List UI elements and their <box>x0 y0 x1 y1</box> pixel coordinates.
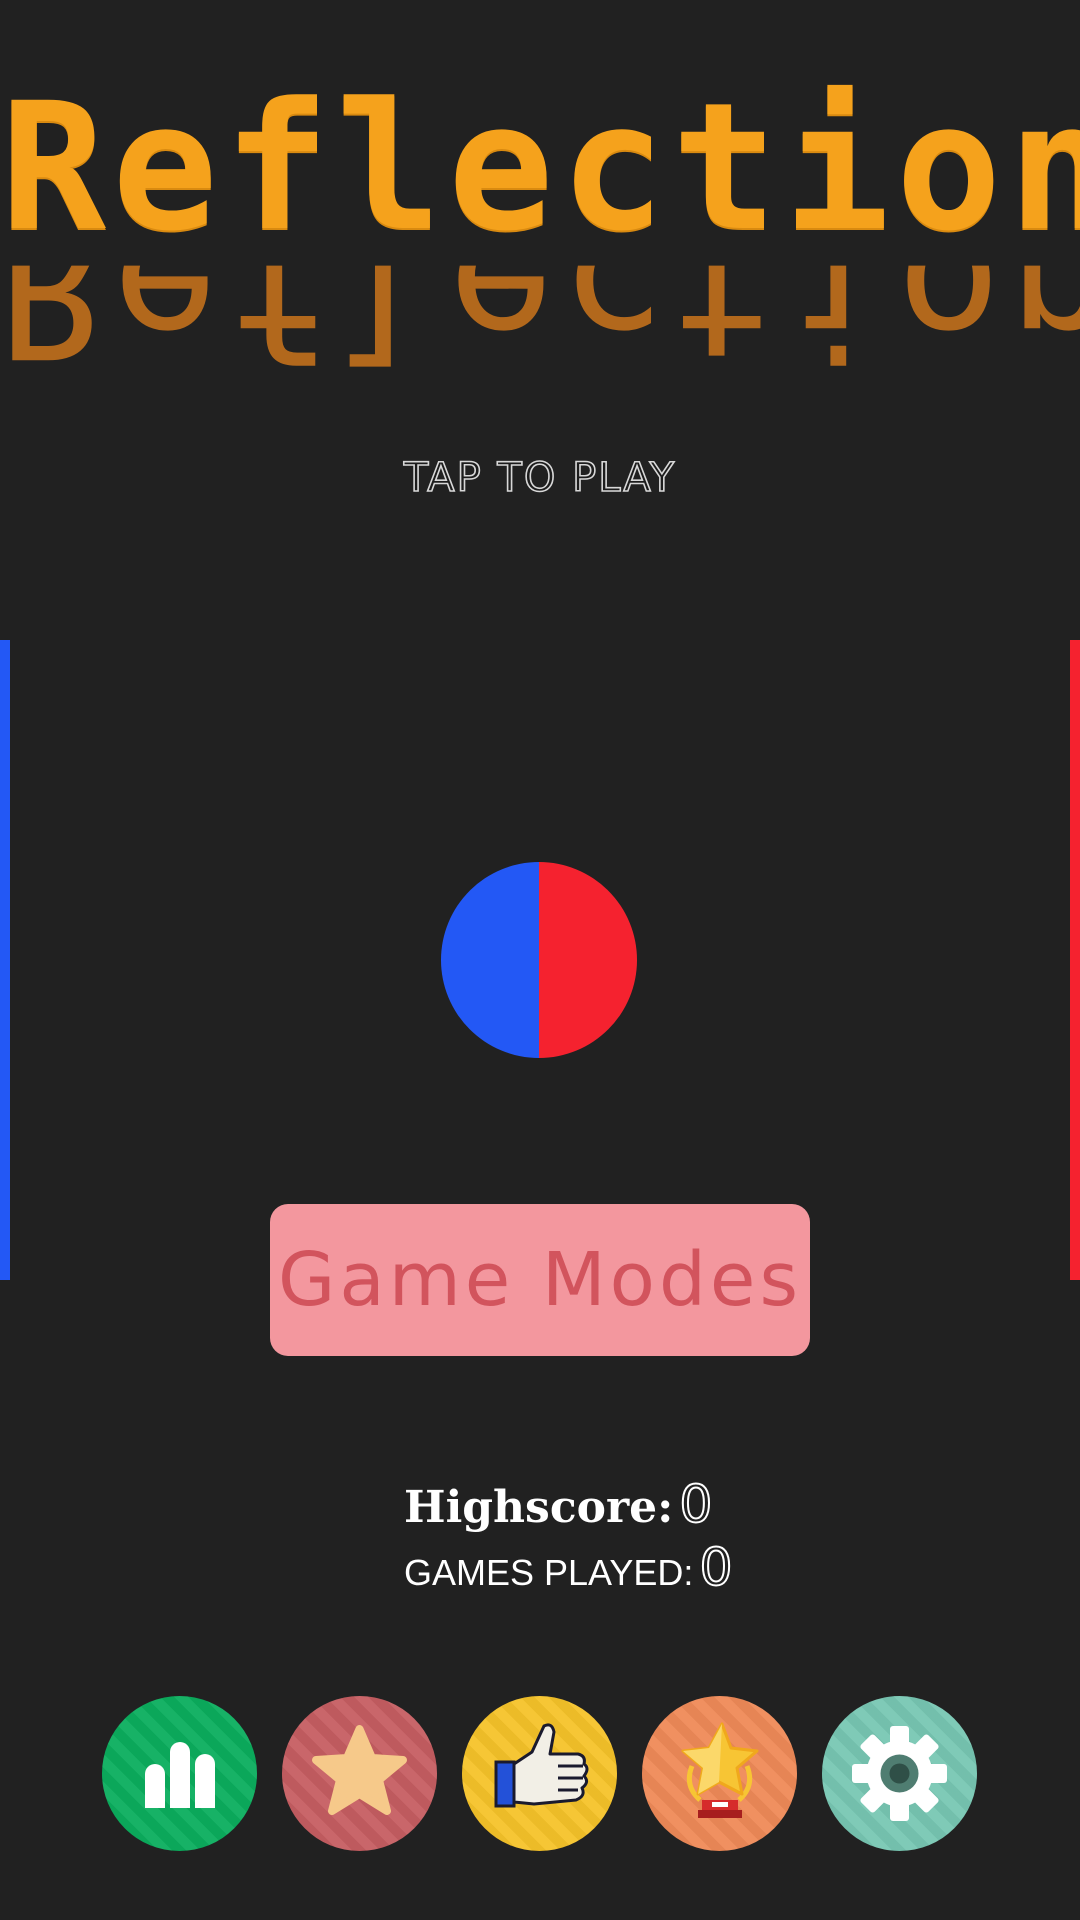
games-played-value: 0 <box>698 1537 733 1599</box>
game-modes-button[interactable]: Game Modes <box>270 1204 810 1356</box>
split-color-ball <box>441 862 637 1058</box>
highscore-label: Highscore: <box>404 1482 674 1533</box>
leaderboard-icon <box>145 1742 215 1808</box>
games-played-row: GAMES PLAYED: 0 <box>404 1537 734 1599</box>
star-icon <box>312 1725 407 1815</box>
like-button[interactable] <box>462 1696 617 1851</box>
rate-button[interactable] <box>282 1696 437 1851</box>
game-title: Reflection Reflection <box>0 60 1080 360</box>
tap-to-play-prompt[interactable]: TAP TO PLAY <box>0 454 1080 502</box>
game-title-text: Reflection <box>0 65 1080 270</box>
games-played-label: GAMES PLAYED: <box>404 1552 694 1593</box>
highscore-value: 0 <box>678 1474 713 1536</box>
leaderboard-button[interactable] <box>102 1696 257 1851</box>
bottom-bar <box>0 1696 1080 1851</box>
blue-wall <box>0 640 10 1280</box>
settings-button[interactable] <box>822 1696 977 1851</box>
achievements-button[interactable] <box>642 1696 797 1851</box>
highscore-row: Highscore: 0 <box>404 1474 713 1536</box>
trophy-icon <box>681 1722 759 1818</box>
thumbs-up-icon <box>494 1723 589 1808</box>
red-wall <box>1070 640 1080 1280</box>
gear-icon <box>852 1726 947 1821</box>
